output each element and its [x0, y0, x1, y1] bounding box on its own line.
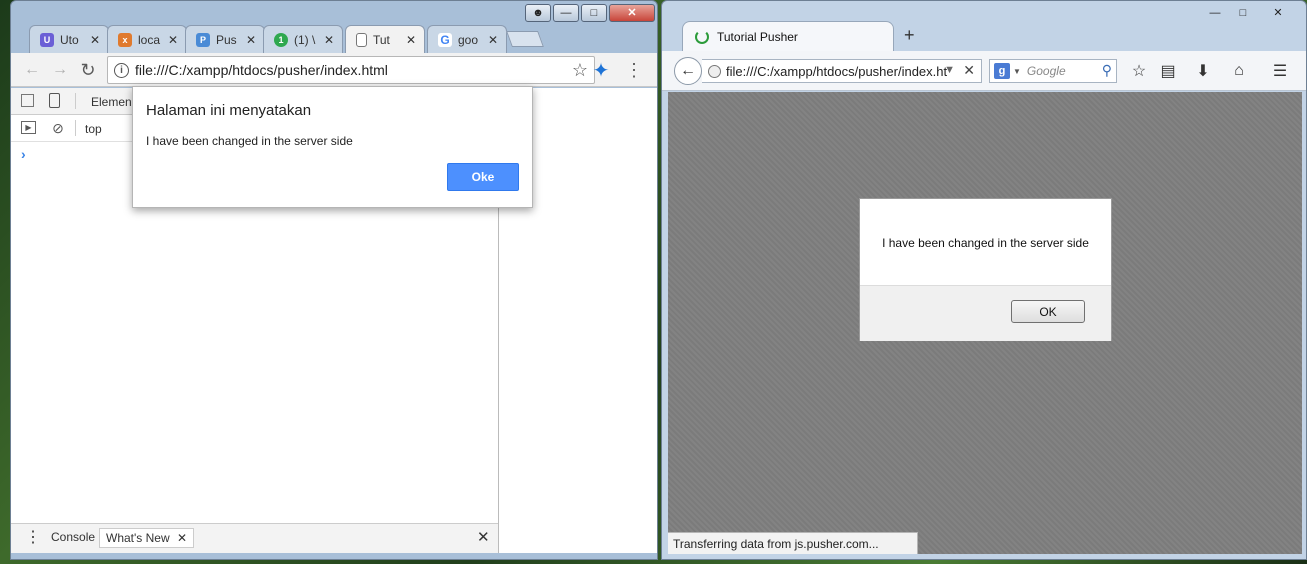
minimize-button[interactable]: —: [1202, 4, 1228, 22]
search-icon[interactable]: ⚲: [1102, 62, 1112, 79]
search-box[interactable]: g ▼ Google ⚲: [989, 59, 1117, 83]
chrome-window-controls: ☻ — □ ✕: [523, 4, 655, 22]
tab-whatsapp[interactable]: 1 (1) \ ✕: [263, 25, 343, 53]
firefox-navbar: file:///C:/xampp/htdocs/pusher/index.ht …: [662, 51, 1306, 91]
tab-google[interactable]: G goo ✕: [427, 25, 507, 53]
chrome-toolbar: ← → ↻ i file:///C:/xampp/htdocs/pusher/i…: [11, 53, 657, 87]
firefox-window-controls: — □ ✕: [1200, 4, 1298, 22]
maximize-button[interactable]: □: [581, 4, 607, 22]
alert-message: I have been changed in the server side: [882, 236, 1089, 250]
search-placeholder: Google: [1026, 64, 1066, 78]
alert-message: I have been changed in the server side: [146, 134, 353, 148]
google-engine-icon[interactable]: g: [994, 63, 1010, 79]
tab-label: Tutorial Pusher: [717, 29, 798, 44]
address-bar[interactable]: i file:///C:/xampp/htdocs/pusher/index.h…: [107, 56, 595, 84]
tab-label: (1) \: [294, 32, 316, 47]
close-tab-icon[interactable]: ✕: [90, 33, 100, 47]
devtools-drawer: ⋮ Console What's New ✕ ✕: [11, 523, 498, 553]
menu-kebab-icon[interactable]: ⋮: [623, 59, 645, 81]
url-text: file:///C:/xampp/htdocs/pusher/index.htm…: [135, 62, 388, 78]
alert-title: Halaman ini menyatakan: [146, 102, 312, 119]
whatsapp-favicon-icon: 1: [274, 32, 288, 47]
tab-console[interactable]: Console: [51, 530, 95, 544]
console-prompt-chevron-icon[interactable]: ›: [21, 146, 26, 162]
close-window-button[interactable]: ✕: [609, 4, 655, 22]
tab-label: What's New: [106, 531, 170, 545]
tab-elements[interactable]: Elemen: [91, 95, 132, 109]
divider: [75, 120, 76, 136]
maximize-button[interactable]: □: [1230, 4, 1256, 22]
download-arrow-icon[interactable]: ⬇: [1192, 61, 1214, 81]
firefox-page-content: I have been changed in the server side O…: [668, 92, 1302, 554]
show-sidebar-icon[interactable]: ▶: [21, 121, 36, 134]
document-favicon-icon: [356, 32, 367, 47]
tab-label: Uto: [60, 32, 79, 47]
loading-throbber-icon: [695, 29, 709, 44]
close-tab-icon[interactable]: ✕: [168, 33, 178, 47]
chrome-window: ☻ — □ ✕ U Uto ✕ x loca ✕ P Pus ✕ 1 (1) \…: [10, 0, 658, 560]
tab-tutorial[interactable]: Tut ✕: [345, 25, 425, 53]
tab-localhost[interactable]: x loca ✕: [107, 25, 187, 53]
close-drawer-icon[interactable]: ✕: [477, 528, 490, 546]
bookmark-star-icon[interactable]: ☆: [572, 60, 588, 81]
firefox-alert-dialog: I have been changed in the server side O…: [859, 198, 1112, 341]
xampp-favicon-icon: x: [118, 32, 132, 47]
new-tab-button[interactable]: [506, 31, 544, 47]
clear-console-icon[interactable]: ⊘: [50, 120, 66, 136]
bookmarks-list-icon[interactable]: ▤: [1157, 61, 1179, 81]
close-window-button[interactable]: ✕: [1258, 4, 1298, 22]
reload-icon[interactable]: ↻: [77, 59, 99, 81]
close-tab-icon[interactable]: ✕: [324, 33, 334, 47]
google-favicon-icon: G: [438, 32, 452, 47]
address-bar[interactable]: file:///C:/xampp/htdocs/pusher/index.ht …: [702, 59, 982, 83]
pusher-favicon-icon: P: [196, 32, 210, 47]
pinwheel-icon[interactable]: ✦: [590, 59, 612, 82]
engine-dropdown-icon[interactable]: ▼: [1013, 67, 1021, 76]
home-icon[interactable]: ⌂: [1228, 61, 1250, 81]
tab-label: loca: [138, 32, 161, 47]
status-bar: Transferring data from js.pusher.com...: [668, 532, 918, 554]
menu-hamburger-icon[interactable]: ☰: [1269, 61, 1291, 81]
history-dropdown-icon[interactable]: ▼: [944, 64, 955, 76]
uto-favicon-icon: U: [40, 32, 54, 47]
new-tab-button[interactable]: +: [904, 25, 915, 46]
alert-ok-button[interactable]: OK: [1011, 300, 1085, 323]
inspect-element-icon[interactable]: [21, 94, 34, 107]
tab-tutorial-pusher[interactable]: Tutorial Pusher: [682, 21, 894, 51]
close-tab-icon[interactable]: ✕: [406, 33, 416, 47]
back-arrow-icon[interactable]: ←: [21, 59, 43, 81]
tab-label: goo: [458, 32, 479, 47]
chrome-alert-dialog: Halaman ini menyatakan I have been chang…: [132, 86, 533, 208]
dialog-footer: OK: [860, 285, 1111, 341]
url-text: file:///C:/xampp/htdocs/pusher/index.ht: [726, 63, 948, 79]
close-tab-icon[interactable]: ✕: [488, 33, 498, 47]
divider: [75, 93, 76, 109]
bookmark-star-icon[interactable]: ☆: [1128, 61, 1150, 81]
tab-label: Pus: [216, 32, 237, 47]
stop-loading-icon[interactable]: ✕: [963, 62, 975, 79]
tab-pusher[interactable]: P Pus ✕: [185, 25, 265, 53]
close-tab-icon[interactable]: ✕: [177, 531, 187, 545]
profile-icon[interactable]: ☻: [525, 4, 551, 22]
tab-label: Tut: [373, 32, 390, 47]
minimize-button[interactable]: —: [553, 4, 579, 22]
back-arrow-icon[interactable]: ←: [674, 57, 702, 85]
forward-arrow-icon[interactable]: →: [49, 59, 71, 81]
globe-icon: [708, 64, 721, 78]
context-selector[interactable]: top: [85, 122, 102, 136]
tab-uto[interactable]: U Uto ✕: [29, 25, 109, 53]
tab-whats-new[interactable]: What's New ✕: [99, 528, 195, 548]
close-tab-icon[interactable]: ✕: [246, 33, 256, 47]
drawer-menu-icon[interactable]: ⋮: [25, 527, 41, 547]
alert-ok-button[interactable]: Oke: [447, 163, 519, 191]
chrome-tab-strip: U Uto ✕ x loca ✕ P Pus ✕ 1 (1) \ ✕ Tut ✕…: [11, 25, 657, 53]
device-toolbar-icon[interactable]: [49, 93, 60, 108]
firefox-window: — □ ✕ Tutorial Pusher + file:///C:/xampp…: [661, 0, 1307, 560]
info-icon[interactable]: i: [114, 62, 129, 78]
